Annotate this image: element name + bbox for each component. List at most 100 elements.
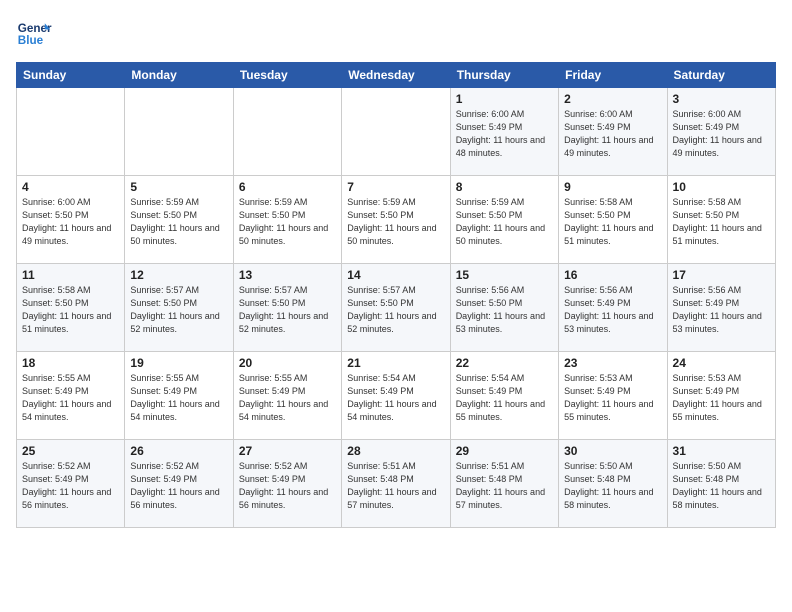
weekday-header-row: SundayMondayTuesdayWednesdayThursdayFrid…	[17, 63, 776, 88]
day-number: 12	[130, 268, 227, 282]
calendar-cell: 10Sunrise: 5:58 AM Sunset: 5:50 PM Dayli…	[667, 176, 775, 264]
day-number: 7	[347, 180, 444, 194]
day-number: 9	[564, 180, 661, 194]
day-number: 25	[22, 444, 119, 458]
day-info: Sunrise: 5:54 AM Sunset: 5:49 PM Dayligh…	[347, 372, 444, 424]
day-info: Sunrise: 6:00 AM Sunset: 5:50 PM Dayligh…	[22, 196, 119, 248]
day-number: 18	[22, 356, 119, 370]
day-info: Sunrise: 5:51 AM Sunset: 5:48 PM Dayligh…	[456, 460, 553, 512]
day-info: Sunrise: 5:56 AM Sunset: 5:49 PM Dayligh…	[564, 284, 661, 336]
day-info: Sunrise: 5:59 AM Sunset: 5:50 PM Dayligh…	[130, 196, 227, 248]
calendar-cell: 12Sunrise: 5:57 AM Sunset: 5:50 PM Dayli…	[125, 264, 233, 352]
calendar-cell: 28 Sunrise: 5:51 AM Sunset: 5:48 PM Dayli…	[342, 440, 450, 528]
weekday-saturday: Saturday	[667, 63, 775, 88]
logo: General Blue	[16, 16, 52, 52]
day-info: Sunrise: 5:52 AM Sunset: 5:49 PM Dayligh…	[239, 460, 336, 512]
day-number: 24	[673, 356, 770, 370]
day-number: 1	[456, 92, 553, 106]
calendar-cell: 29 Sunrise: 5:51 AM Sunset: 5:48 PM Dayli…	[450, 440, 558, 528]
day-number: 4	[22, 180, 119, 194]
day-info: Sunrise: 5:58 AM Sunset: 5:50 PM Dayligh…	[22, 284, 119, 336]
weekday-sunday: Sunday	[17, 63, 125, 88]
weekday-monday: Monday	[125, 63, 233, 88]
day-info: Sunrise: 5:56 AM Sunset: 5:50 PM Dayligh…	[456, 284, 553, 336]
day-info: Sunrise: 5:54 AM Sunset: 5:49 PM Dayligh…	[456, 372, 553, 424]
week-row-4: 18 Sunrise: 5:55 AM Sunset: 5:49 PM Dayli…	[17, 352, 776, 440]
calendar-cell	[125, 88, 233, 176]
day-number: 5	[130, 180, 227, 194]
day-number: 30	[564, 444, 661, 458]
day-info: Sunrise: 6:00 AM Sunset: 5:49 PM Dayligh…	[456, 108, 553, 160]
calendar-cell: 1 Sunrise: 6:00 AM Sunset: 5:49 PM Daylig…	[450, 88, 558, 176]
calendar-cell: 21 Sunrise: 5:54 AM Sunset: 5:49 PM Dayli…	[342, 352, 450, 440]
day-info: Sunrise: 5:58 AM Sunset: 5:50 PM Dayligh…	[564, 196, 661, 248]
calendar-cell	[342, 88, 450, 176]
day-number: 11	[22, 268, 119, 282]
calendar-cell: 11 Sunrise: 5:58 AM Sunset: 5:50 PM Dayli…	[17, 264, 125, 352]
day-info: Sunrise: 5:50 AM Sunset: 5:48 PM Dayligh…	[673, 460, 770, 512]
day-number: 16	[564, 268, 661, 282]
calendar-cell	[233, 88, 341, 176]
weekday-tuesday: Tuesday	[233, 63, 341, 88]
calendar-cell: 7 Sunrise: 5:59 AM Sunset: 5:50 PM Daylig…	[342, 176, 450, 264]
day-number: 28	[347, 444, 444, 458]
weekday-friday: Friday	[559, 63, 667, 88]
day-number: 29	[456, 444, 553, 458]
day-number: 15	[456, 268, 553, 282]
day-number: 21	[347, 356, 444, 370]
calendar-table: SundayMondayTuesdayWednesdayThursdayFrid…	[16, 62, 776, 528]
svg-text:Blue: Blue	[18, 34, 44, 47]
day-number: 14	[347, 268, 444, 282]
weekday-wednesday: Wednesday	[342, 63, 450, 88]
day-info: Sunrise: 5:56 AM Sunset: 5:49 PM Dayligh…	[673, 284, 770, 336]
week-row-1: 1 Sunrise: 6:00 AM Sunset: 5:49 PM Daylig…	[17, 88, 776, 176]
calendar-cell: 23 Sunrise: 5:53 AM Sunset: 5:49 PM Dayli…	[559, 352, 667, 440]
calendar-cell: 25 Sunrise: 5:52 AM Sunset: 5:49 PM Dayli…	[17, 440, 125, 528]
page-header: General Blue	[16, 16, 776, 52]
day-info: Sunrise: 5:52 AM Sunset: 5:49 PM Dayligh…	[130, 460, 227, 512]
day-info: Sunrise: 6:00 AM Sunset: 5:49 PM Dayligh…	[564, 108, 661, 160]
day-number: 2	[564, 92, 661, 106]
week-row-3: 11 Sunrise: 5:58 AM Sunset: 5:50 PM Dayli…	[17, 264, 776, 352]
calendar-cell: 18Sunrise: 5:55 AM Sunset: 5:49 PM Dayli…	[17, 352, 125, 440]
day-info: Sunrise: 6:00 AM Sunset: 5:49 PM Dayligh…	[673, 108, 770, 160]
calendar-cell: 9 Sunrise: 5:58 AM Sunset: 5:50 PM Daylig…	[559, 176, 667, 264]
day-info: Sunrise: 5:57 AM Sunset: 5:50 PM Dayligh…	[239, 284, 336, 336]
day-info: Sunrise: 5:58 AM Sunset: 5:50 PM Dayligh…	[673, 196, 770, 248]
day-info: Sunrise: 5:55 AM Sunset: 5:49 PM Dayligh…	[130, 372, 227, 424]
day-number: 17	[673, 268, 770, 282]
calendar-cell: 14 Sunrise: 5:57 AM Sunset: 5:50 PM Dayli…	[342, 264, 450, 352]
calendar-cell	[17, 88, 125, 176]
day-info: Sunrise: 5:59 AM Sunset: 5:50 PM Dayligh…	[239, 196, 336, 248]
day-number: 6	[239, 180, 336, 194]
day-number: 23	[564, 356, 661, 370]
calendar-cell: 13 Sunrise: 5:57 AM Sunset: 5:50 PM Dayli…	[233, 264, 341, 352]
day-number: 26	[130, 444, 227, 458]
day-number: 31	[673, 444, 770, 458]
calendar-cell: 30 Sunrise: 5:50 AM Sunset: 5:48 PM Dayli…	[559, 440, 667, 528]
calendar-cell: 8 Sunrise: 5:59 AM Sunset: 5:50 PM Daylig…	[450, 176, 558, 264]
day-number: 20	[239, 356, 336, 370]
day-info: Sunrise: 5:51 AM Sunset: 5:48 PM Dayligh…	[347, 460, 444, 512]
calendar-cell: 31 Sunrise: 5:50 AM Sunset: 5:48 PM Dayli…	[667, 440, 775, 528]
calendar-cell: 15 Sunrise: 5:56 AM Sunset: 5:50 PM Dayli…	[450, 264, 558, 352]
day-info: Sunrise: 5:52 AM Sunset: 5:49 PM Dayligh…	[22, 460, 119, 512]
day-info: Sunrise: 5:53 AM Sunset: 5:49 PM Dayligh…	[564, 372, 661, 424]
calendar-cell: 17 Sunrise: 5:56 AM Sunset: 5:49 PM Dayli…	[667, 264, 775, 352]
calendar-cell: 26 Sunrise: 5:52 AM Sunset: 5:49 PM Dayli…	[125, 440, 233, 528]
day-info: Sunrise: 5:55 AM Sunset: 5:49 PM Dayligh…	[239, 372, 336, 424]
calendar-cell: 27Sunrise: 5:52 AM Sunset: 5:49 PM Dayli…	[233, 440, 341, 528]
day-number: 13	[239, 268, 336, 282]
calendar-cell: 5 Sunrise: 5:59 AM Sunset: 5:50 PM Daylig…	[125, 176, 233, 264]
day-info: Sunrise: 5:59 AM Sunset: 5:50 PM Dayligh…	[456, 196, 553, 248]
day-info: Sunrise: 5:57 AM Sunset: 5:50 PM Dayligh…	[347, 284, 444, 336]
day-number: 19	[130, 356, 227, 370]
day-info: Sunrise: 5:59 AM Sunset: 5:50 PM Dayligh…	[347, 196, 444, 248]
calendar-cell: 20 Sunrise: 5:55 AM Sunset: 5:49 PM Dayli…	[233, 352, 341, 440]
day-info: Sunrise: 5:53 AM Sunset: 5:49 PM Dayligh…	[673, 372, 770, 424]
week-row-5: 25 Sunrise: 5:52 AM Sunset: 5:49 PM Dayli…	[17, 440, 776, 528]
calendar-body: 1 Sunrise: 6:00 AM Sunset: 5:49 PM Daylig…	[17, 88, 776, 528]
calendar-cell: 6 Sunrise: 5:59 AM Sunset: 5:50 PM Daylig…	[233, 176, 341, 264]
day-info: Sunrise: 5:50 AM Sunset: 5:48 PM Dayligh…	[564, 460, 661, 512]
day-number: 8	[456, 180, 553, 194]
